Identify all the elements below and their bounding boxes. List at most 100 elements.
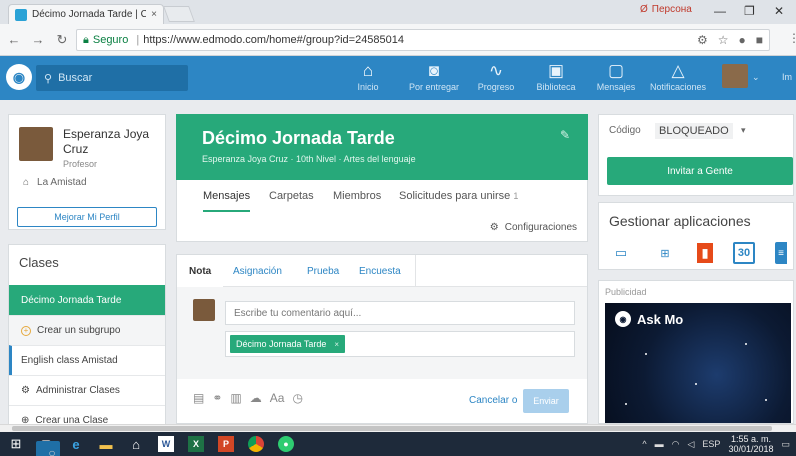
word-icon[interactable]: W <box>158 436 174 452</box>
class-item-label: English class Amistad <box>21 355 118 366</box>
cancel-link[interactable]: Cancelar o <box>469 395 517 406</box>
class-item-english[interactable]: English class Amistad <box>9 345 165 375</box>
maximize-button[interactable]: ❐ <box>744 4 755 18</box>
create-class-link[interactable]: ⊕ Crear una Clase <box>9 405 165 424</box>
volume-icon[interactable]: ◁ <box>688 439 695 450</box>
extension-icon[interactable]: ● <box>739 33 746 47</box>
improve-profile-button[interactable]: Mejorar Mi Perfil <box>17 207 157 227</box>
chat-app-icon[interactable]: ● <box>278 436 294 452</box>
reload-icon[interactable]: ↻ <box>52 32 72 48</box>
close-window-button[interactable]: ✕ <box>774 4 784 18</box>
drive-icon[interactable]: ☁ <box>250 391 262 405</box>
extension-square-icon[interactable]: ■ <box>756 33 763 47</box>
notifications-icon[interactable]: ▭ <box>781 439 790 450</box>
network-icon[interactable]: ▬ <box>655 439 664 449</box>
recipients-field[interactable]: Décimo Jornada Tarde × <box>225 331 575 357</box>
ad-label: Publicidad <box>605 287 647 297</box>
browser-tab[interactable]: Décimo Jornada Tarde | C × <box>8 4 164 24</box>
recipient-chip[interactable]: Décimo Jornada Tarde × <box>230 335 346 353</box>
comment-input[interactable]: Escribe tu comentario aquí... <box>225 301 575 325</box>
plus-circle-icon: + <box>21 325 31 336</box>
app-partial-icon[interactable]: ≡ <box>775 242 787 264</box>
send-button[interactable]: Enviar <box>523 389 569 413</box>
code-value: BLOQUEADO <box>655 123 733 139</box>
format-text-icon[interactable]: Aa <box>270 391 285 405</box>
pencil-icon[interactable]: ✎ <box>560 128 570 142</box>
store-icon[interactable]: ⌂ <box>124 432 148 456</box>
back-arrow-icon[interactable]: ← <box>4 32 24 47</box>
class-item-decimo[interactable]: Décimo Jornada Tarde <box>9 285 165 315</box>
create-subgroup-link[interactable]: + Crear un subgrupo <box>9 315 165 345</box>
file-icon[interactable]: ▤ <box>193 391 204 405</box>
new-tab-button[interactable] <box>163 6 195 22</box>
bookmark-star-icon[interactable]: ☆ <box>718 33 729 47</box>
manage-classes-link[interactable]: ⚙ Administrar Clases <box>9 375 165 405</box>
url-field[interactable]: 🔒︎ Seguro | https://www.edmodo.com/home#… <box>76 29 770 51</box>
nav-messages[interactable]: ▢ Mensajes <box>588 60 644 92</box>
horizontal-scrollbar[interactable] <box>0 424 796 432</box>
tab-members[interactable]: Miembros <box>333 190 381 210</box>
tab-join-requests[interactable]: Solicitudes para unirse 1 <box>399 190 518 210</box>
nav-notifications[interactable]: △ Notificaciones <box>650 60 706 92</box>
minimize-button[interactable]: — <box>714 4 726 18</box>
nav-more-label[interactable]: Im <box>782 72 792 82</box>
settings-link[interactable]: ⚙ Configuraciones <box>490 222 577 233</box>
chevron-down-icon[interactable]: ⌄ <box>752 72 760 83</box>
create-subgroup-label: Crear un subgrupo <box>37 325 121 336</box>
ad-card: Publicidad ◉ Ask Mo <box>598 280 794 424</box>
cancel-label: Cancelar <box>469 395 510 406</box>
invite-people-button[interactable]: Invitar a Gente <box>607 157 793 185</box>
edmodo-logo-icon[interactable]: ◉ <box>6 64 32 90</box>
tab-quiz[interactable]: Prueba <box>295 255 351 287</box>
chrome-icon[interactable] <box>248 436 264 452</box>
scrollbar-thumb[interactable] <box>12 426 772 431</box>
tab-messages[interactable]: Mensajes <box>203 190 251 212</box>
tab-poll[interactable]: Encuesta <box>347 255 413 287</box>
profile-name[interactable]: Esperanza Joya Cruz <box>63 127 161 157</box>
profile-photo[interactable] <box>19 127 53 161</box>
app-store-icon[interactable]: ▭ <box>609 241 633 265</box>
language-indicator[interactable]: ESP <box>702 439 720 449</box>
link-icon[interactable]: ⚭ <box>212 391 222 405</box>
excel-icon[interactable]: X <box>188 436 204 452</box>
tab-assignment[interactable]: Asignación <box>221 255 294 287</box>
browser-menu-icon[interactable]: ⋮ <box>788 31 796 45</box>
translate-icon[interactable]: ⚙ <box>697 33 708 47</box>
windows-start-icon[interactable]: ⊞ <box>4 432 28 456</box>
nav-due-label: Por entregar <box>408 82 460 92</box>
page-content: Esperanza Joya Cruz Profesor ⌂ La Amista… <box>0 100 796 424</box>
nav-progress[interactable]: ∿ Progreso <box>468 60 524 92</box>
clock-icon[interactable]: ◷ <box>292 391 302 405</box>
system-tray: ^ ▬ ◠ ◁ ESP 1:55 a. m. 30/01/2018 ▭ <box>642 432 790 456</box>
browser-profile-badge[interactable]: Ø Персона <box>640 4 692 15</box>
forward-arrow-icon[interactable]: → <box>28 32 48 47</box>
tray-chevron-icon[interactable]: ^ <box>642 439 646 449</box>
search-input[interactable]: ⚲ Buscar <box>36 65 188 91</box>
search-icon: ⚲ <box>44 72 53 85</box>
wifi-icon[interactable]: ◠ <box>672 439 680 450</box>
nav-library[interactable]: ▣ Biblioteca <box>528 60 584 92</box>
powerpoint-icon[interactable]: P <box>218 436 234 452</box>
chevron-down-icon[interactable]: ▾ <box>741 125 746 136</box>
avatar[interactable] <box>722 64 748 88</box>
tab-note[interactable]: Nota <box>177 255 224 287</box>
nav-due[interactable]: ◙ Por entregar <box>406 60 462 92</box>
calendar-app-icon[interactable]: 30 <box>733 242 755 264</box>
library-icon[interactable]: ▥ <box>230 391 241 405</box>
file-explorer-icon[interactable]: ▬ <box>94 432 118 456</box>
profile-badge-icon: Ø <box>640 4 648 15</box>
edge-browser-icon[interactable]: e <box>64 432 88 456</box>
omnibox-icons: ⚙ ☆ ● ■ <box>697 33 763 47</box>
school-link[interactable]: ⌂ La Amistad <box>23 177 87 188</box>
nav-home[interactable]: ⌂ Inicio <box>340 60 396 92</box>
clock[interactable]: 1:55 a. m. 30/01/2018 <box>728 434 773 454</box>
ad-image[interactable]: ◉ Ask Mo <box>605 303 791 423</box>
app-grid-icon[interactable]: ⊞ <box>653 241 677 265</box>
tab-close-icon[interactable]: × <box>151 9 157 20</box>
office-app-icon[interactable]: ▮ <box>697 243 713 263</box>
search-icon[interactable]: ○ <box>36 441 60 456</box>
clock-time: 1:55 a. m. <box>730 434 771 444</box>
edmodo-logo-icon: ◉ <box>615 311 631 327</box>
tab-folders[interactable]: Carpetas <box>269 190 314 210</box>
remove-recipient-icon[interactable]: × <box>334 340 339 349</box>
